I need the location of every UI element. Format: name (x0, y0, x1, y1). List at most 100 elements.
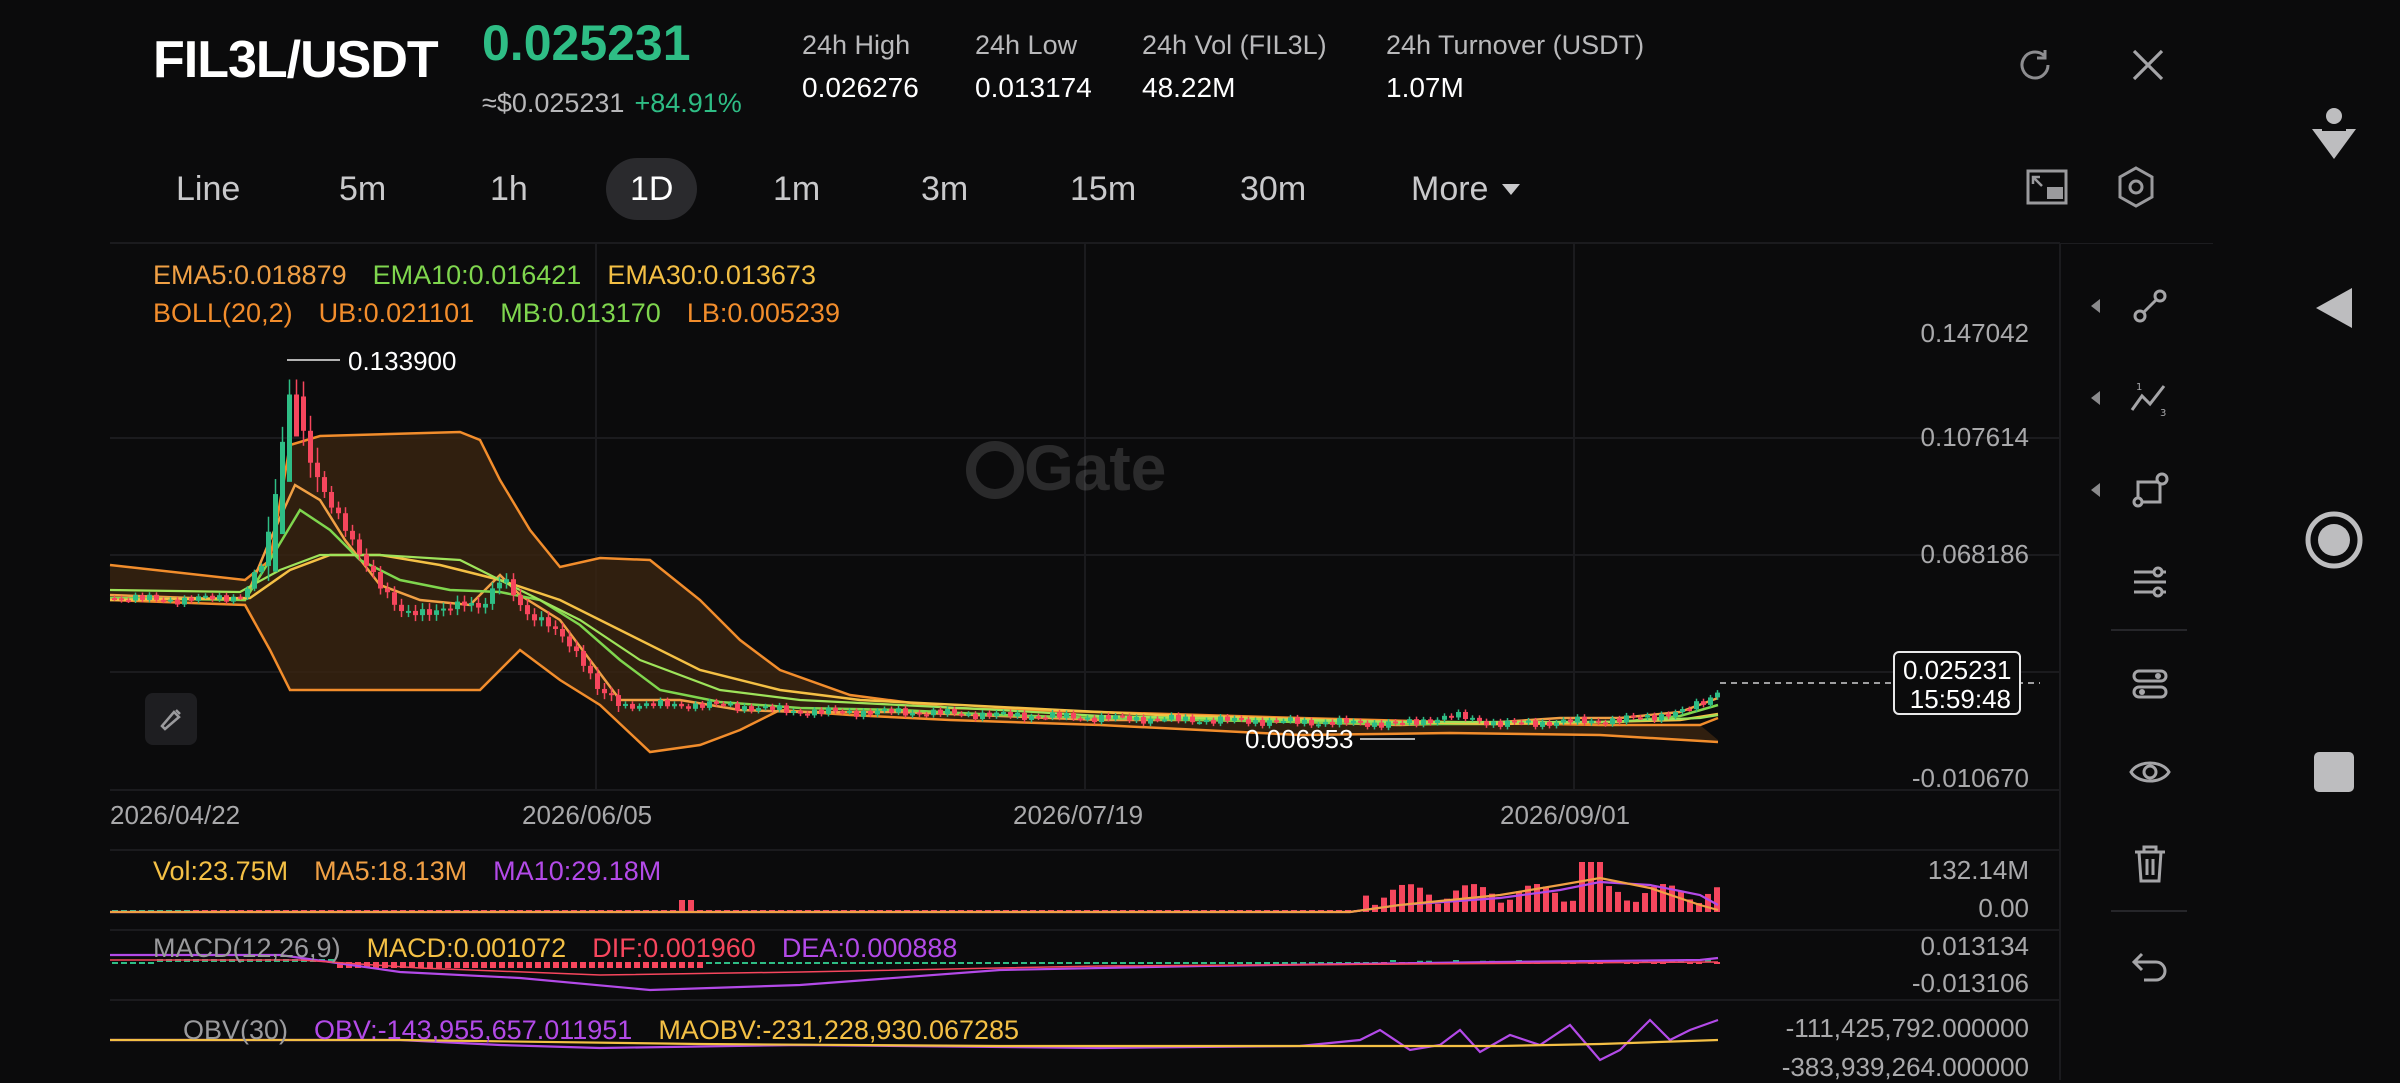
candle-body (294, 394, 299, 437)
candle-body (1022, 712, 1027, 720)
candle-body (1379, 722, 1384, 728)
delete-drawings-button[interactable] (2121, 835, 2179, 893)
candle-body (1715, 692, 1720, 698)
candle-body (154, 594, 159, 600)
accessibility-button[interactable] (2304, 105, 2364, 165)
candle-body (1372, 722, 1377, 727)
macd-bar (994, 962, 1000, 964)
candle-body (448, 608, 453, 611)
ema30-value: EMA30:0.013673 (607, 260, 816, 290)
svg-text:1: 1 (2136, 382, 2142, 393)
candle-body (1526, 720, 1531, 723)
candle-body (1477, 717, 1482, 722)
expand-arrow-icon[interactable] (2091, 299, 2100, 313)
eye-icon (2129, 761, 2171, 783)
fibonacci-tool[interactable]: 13 (2121, 369, 2179, 427)
candle-body (1645, 715, 1650, 718)
candle-body (763, 706, 768, 709)
candle-body (581, 651, 586, 666)
candle-body (1540, 721, 1545, 727)
candle-body (273, 494, 278, 572)
candle-body (1659, 713, 1664, 721)
candle-body (1162, 719, 1167, 722)
volume-bar (1705, 893, 1711, 912)
volume-bar (1615, 891, 1621, 912)
boll-legend: BOLL(20,2) UB:0.021101 MB:0.013170 LB:0.005… (153, 298, 866, 329)
maobv-value: MAOBV:-231,228,930.067285 (658, 1015, 1020, 1045)
trend-line-tool[interactable] (2121, 277, 2179, 335)
recents-button[interactable] (2304, 742, 2364, 802)
macd-bar (1048, 962, 1054, 964)
candle-body (1155, 718, 1160, 721)
volume-axis-top: 132.14M (1927, 855, 2029, 885)
candle-body (1414, 719, 1419, 725)
adjust-icon (2132, 669, 2168, 699)
candle-body (1421, 719, 1426, 725)
price-chart[interactable]: Gate 0.133900 0.006953 (0, 0, 2400, 1080)
undo-button[interactable] (2121, 937, 2179, 995)
candle-body (882, 709, 887, 712)
candle-body (406, 610, 411, 613)
vol-ma10-value: MA10:29.18M (493, 856, 662, 886)
candle-body (973, 713, 978, 720)
obv-axis-top: -111,425,792.000000 (1785, 1013, 2029, 1043)
candle-body (483, 603, 488, 608)
macd-bar (1246, 962, 1252, 964)
candle-body (735, 703, 740, 711)
candle-body (1274, 720, 1279, 723)
candle-body (1554, 722, 1559, 726)
back-button[interactable] (2304, 278, 2364, 338)
candle-body (1617, 718, 1622, 723)
obv-params: OBV(30) (183, 1015, 289, 1045)
candle-body (1085, 717, 1090, 720)
shape-tool[interactable] (2121, 461, 2179, 519)
drawing-toolbar: 13 (2071, 243, 2187, 1023)
obv-value: OBV:-143,955,657.011951 (314, 1015, 633, 1045)
candle-body (1218, 716, 1223, 724)
candle-body (1512, 720, 1517, 723)
candle-body (1470, 717, 1475, 720)
candle-body (259, 565, 264, 573)
candle-body (497, 582, 502, 589)
volume-bar (1624, 900, 1630, 912)
candle-body (280, 441, 285, 535)
ema-legend: EMA5:0.018879 EMA10:0.016421 EMA30:0.01367… (153, 260, 842, 291)
candle-body (1204, 720, 1209, 723)
candle-body (1211, 720, 1216, 724)
candle-body (441, 608, 446, 611)
candle-body (301, 396, 306, 431)
candle-body (889, 709, 894, 713)
candle-body (1498, 721, 1503, 727)
candle-body (609, 693, 614, 696)
candle-body (868, 710, 873, 715)
expand-arrow-icon[interactable] (2091, 391, 2100, 405)
candle-body (1708, 697, 1713, 705)
home-button[interactable] (2304, 510, 2364, 570)
candle-body (980, 712, 985, 720)
candle-body (707, 701, 712, 708)
candle-body (623, 703, 628, 706)
gate-watermark: Gate (966, 432, 1166, 504)
back-triangle-icon (2316, 288, 2352, 328)
candle-body (1456, 711, 1461, 718)
candle-body (1484, 721, 1489, 726)
drawing-settings-tool[interactable] (2121, 655, 2179, 713)
candle-body (553, 626, 558, 629)
macd-bar (1075, 962, 1081, 964)
draw-mode-button[interactable] (145, 693, 197, 745)
candle-body (378, 572, 383, 589)
volume-bar (1678, 891, 1684, 912)
candle-body (966, 713, 971, 716)
boll-ub: UB:0.021101 (318, 298, 475, 328)
candle-body (1043, 717, 1048, 720)
volume-bar (1408, 884, 1414, 912)
candle-body (1463, 711, 1468, 720)
date-axis-label: 2026/06/05 (522, 800, 653, 830)
macd-bar (121, 962, 127, 964)
toolbar-divider (2111, 910, 2187, 912)
parallel-lines-tool[interactable] (2121, 553, 2179, 611)
visibility-toggle[interactable] (2121, 743, 2179, 801)
expand-arrow-icon[interactable] (2091, 483, 2100, 497)
candle-body (1666, 713, 1671, 717)
candle-body (1358, 720, 1363, 723)
